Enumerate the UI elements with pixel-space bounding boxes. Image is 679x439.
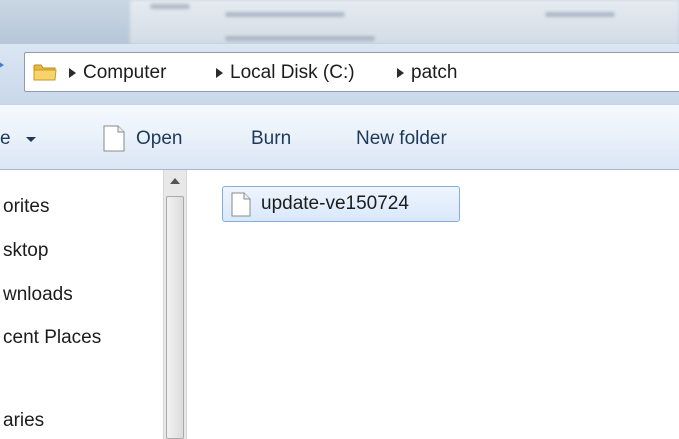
explorer-window: Computer Local Disk (C:) patch e Open Bu… <box>0 0 679 439</box>
address-bar-row: Computer Local Disk (C:) patch <box>0 44 679 104</box>
new-folder-button[interactable]: New folder <box>356 128 447 150</box>
background-window <box>0 0 679 44</box>
nav-item-downloads[interactable]: wnloads <box>3 284 73 306</box>
navigation-pane: orites sktop wnloads cent Places aries <box>0 170 163 439</box>
file-icon <box>231 192 251 217</box>
breadcrumb-patch[interactable]: patch <box>411 62 457 84</box>
document-icon <box>103 125 125 152</box>
command-bar: e Open Burn New folder <box>0 104 679 170</box>
breadcrumb-separator-icon[interactable] <box>216 68 223 78</box>
file-item[interactable]: update-ve150724 <box>222 186 460 222</box>
address-bar[interactable]: Computer Local Disk (C:) patch <box>24 52 679 92</box>
burn-button[interactable]: Burn <box>251 128 291 150</box>
file-name: update-ve150724 <box>261 193 409 214</box>
file-list: update-ve150724 <box>187 170 679 439</box>
breadcrumb-separator-icon[interactable] <box>69 68 76 78</box>
breadcrumb-computer[interactable]: Computer <box>83 62 166 84</box>
chevron-down-icon[interactable] <box>26 137 36 142</box>
open-button[interactable]: Open <box>136 128 182 150</box>
organize-button[interactable]: e <box>0 128 11 150</box>
nav-item-desktop[interactable]: sktop <box>3 240 48 262</box>
breadcrumb-separator-icon[interactable] <box>397 68 404 78</box>
nav-item-libraries[interactable]: aries <box>3 410 44 432</box>
nav-item-favorites[interactable]: orites <box>3 196 49 218</box>
folder-icon <box>33 64 57 81</box>
scroll-up-arrow-icon[interactable] <box>170 178 180 184</box>
nav-pane-scrollbar[interactable] <box>163 170 187 439</box>
scrollbar-thumb[interactable] <box>166 196 184 439</box>
breadcrumb-local-disk[interactable]: Local Disk (C:) <box>230 62 355 84</box>
back-arrow-icon[interactable] <box>0 60 4 70</box>
nav-item-recent-places[interactable]: cent Places <box>3 327 101 349</box>
